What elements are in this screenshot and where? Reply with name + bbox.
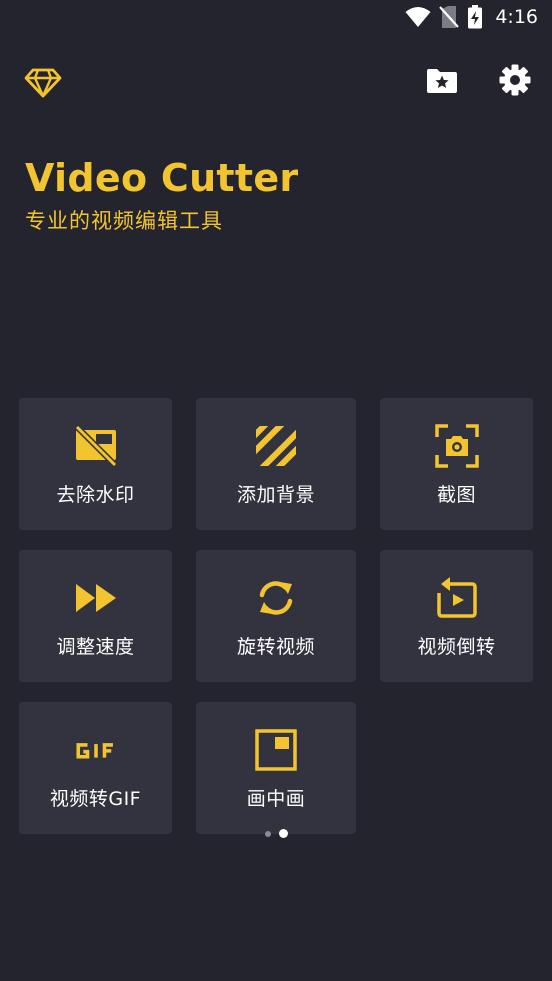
tile-adjust-speed[interactable]: 调整速度 <box>19 550 172 682</box>
tile-screenshot[interactable]: 截图 <box>380 398 533 530</box>
gear-icon <box>499 64 531 96</box>
remove-watermark-icon <box>74 424 118 468</box>
hero: Video Cutter 专业的视频编辑工具 <box>25 150 298 236</box>
tile-rotate-video[interactable]: 旋转视频 <box>196 550 356 682</box>
tile-label: 调整速度 <box>56 636 135 658</box>
top-bar <box>0 56 552 106</box>
status-bar: 4:16 <box>0 0 552 38</box>
stripes-background-icon <box>254 424 298 468</box>
tile-label: 视频倒转 <box>417 636 496 658</box>
tile-reverse-video[interactable]: 视频倒转 <box>380 550 533 682</box>
tile-label: 视频转GIF <box>49 788 142 810</box>
settings-button[interactable] <box>497 62 533 98</box>
tile-label: 画中画 <box>246 788 306 810</box>
screenshot-camera-icon <box>434 424 479 468</box>
tile-label: 去除水印 <box>56 484 135 506</box>
tile-label: 添加背景 <box>236 484 315 506</box>
wifi-icon <box>405 7 431 27</box>
tile-video-to-gif[interactable]: 视频转GIF <box>19 702 172 834</box>
battery-charging-icon <box>468 5 483 29</box>
app-title: Video Cutter <box>25 156 299 200</box>
tile-picture-in-picture[interactable]: 画中画 <box>196 702 356 834</box>
page-indicator <box>265 829 288 838</box>
tile-add-background[interactable]: 添加背景 <box>196 398 356 530</box>
status-icons: 4:16 <box>405 5 538 29</box>
tile-label: 截图 <box>436 484 476 506</box>
gif-icon <box>74 728 118 772</box>
folder-star-icon <box>427 69 457 93</box>
no-sim-icon <box>439 6 460 28</box>
page-dot-active[interactable] <box>279 829 288 838</box>
tile-remove-watermark[interactable]: 去除水印 <box>19 398 172 530</box>
status-time: 4:16 <box>495 6 538 28</box>
favorites-folder-button[interactable] <box>424 63 460 99</box>
picture-in-picture-icon <box>254 728 298 772</box>
page-dot[interactable] <box>265 830 271 837</box>
app-subtitle: 专业的视频编辑工具 <box>25 209 223 233</box>
rotate-icon <box>254 576 298 620</box>
reverse-video-icon <box>435 576 479 620</box>
tile-label: 旋转视频 <box>236 636 315 658</box>
fast-forward-icon <box>74 576 118 620</box>
logo-diamond-icon <box>24 63 62 101</box>
